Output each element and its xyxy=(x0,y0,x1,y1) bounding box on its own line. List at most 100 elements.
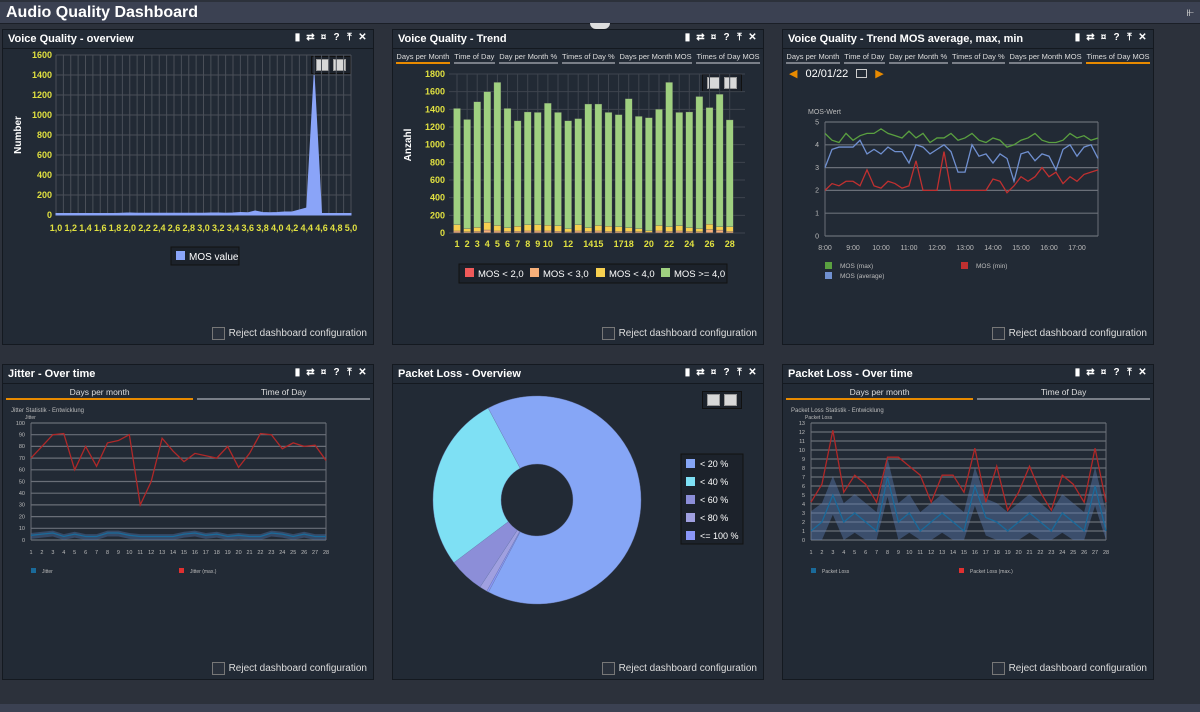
x-tick-label: 22 xyxy=(257,550,263,556)
bar-mos-4-0 xyxy=(614,226,623,232)
legend-swatch xyxy=(961,262,968,269)
y-tick-label: 2 xyxy=(815,188,819,195)
bar-mos-4-0 xyxy=(463,119,471,229)
bar-mos-4-0 xyxy=(483,91,491,223)
y-tick-label: 400 xyxy=(430,193,445,203)
x-tick-label: 4 xyxy=(842,550,845,556)
y-tick-label: 600 xyxy=(430,175,445,185)
x-tick-label: 4,6 xyxy=(315,223,328,233)
y-tick-label: 30 xyxy=(19,503,25,509)
reject-config-checkbox[interactable]: Reject dashboard configuration xyxy=(211,327,367,340)
bar-mos-3-0 xyxy=(695,231,704,233)
bar-mos-3-0 xyxy=(635,231,643,233)
jitter-chart: 01020304050607080901001 2 3 4 5 6 7 8 9 10 11 12 13 1… xyxy=(11,408,329,575)
y-tick-label: 0 xyxy=(22,538,25,544)
y-tick-label: 5 xyxy=(815,119,819,126)
y-tick-label: 70 xyxy=(19,456,25,462)
legend-swatch xyxy=(686,477,695,486)
bar-mos-3-0 xyxy=(675,230,683,233)
x-tick-label: 26 xyxy=(704,239,714,249)
legend-label: <= 100 % xyxy=(700,531,739,541)
x-tick-label: 11 xyxy=(137,550,143,556)
x-tick-label: 1 xyxy=(29,550,32,556)
trend-chart: 0200400600800100012001400160018001 2 3 4 5 6 7… xyxy=(403,69,745,284)
bar-mos-3-0 xyxy=(503,231,512,233)
legend-swatch xyxy=(959,568,964,573)
legend-label: Jitter xyxy=(42,569,53,575)
legend-label: < 40 % xyxy=(700,477,728,487)
x-tick-label: 4,4 xyxy=(300,223,313,233)
x-tick-label: 6 xyxy=(864,550,867,556)
x-tick-label: 12:00 xyxy=(928,245,946,252)
checkbox[interactable] xyxy=(211,662,225,675)
legend-swatch xyxy=(811,568,816,573)
x-tick-label: 3,4 xyxy=(227,223,240,233)
y-tick-label: 1000 xyxy=(425,140,445,150)
bar-mos-3-0 xyxy=(584,231,592,233)
bar-mos-4-0 xyxy=(665,82,673,227)
reject-config-checkbox[interactable]: Reject dashboard configuration xyxy=(991,327,1147,340)
x-tick-label: 3,0 xyxy=(197,223,210,233)
x-tick-label: 27 xyxy=(1092,550,1098,556)
reject-config-checkbox[interactable]: Reject dashboard configuration xyxy=(601,327,757,340)
x-tick-label: 10 xyxy=(126,550,132,556)
bar-mos-3-0 xyxy=(604,231,613,233)
bar-mos-4-0 xyxy=(564,120,572,229)
y-axis-label: MOS-Wert xyxy=(808,109,841,116)
double-chevron-down-icon[interactable]: ⫦ xyxy=(1187,4,1194,20)
y-tick-label: 400 xyxy=(37,170,52,180)
x-tick-label: 3,8 xyxy=(256,223,269,233)
reject-config-checkbox[interactable]: Reject dashboard configuration xyxy=(211,662,367,675)
checkbox[interactable] xyxy=(211,327,225,340)
bar-mos-4-0 xyxy=(675,112,683,226)
x-tick-label: 14:00 xyxy=(984,245,1002,252)
x-tick-label: 28 xyxy=(1103,550,1109,556)
x-tick-label: 2 xyxy=(820,550,823,556)
checkbox[interactable] xyxy=(601,327,615,340)
bar-mos-3-0 xyxy=(625,231,633,233)
legend-label: < 80 % xyxy=(700,513,728,523)
x-tick-label: 13 xyxy=(159,550,165,556)
bar-mos-4-0 xyxy=(604,112,613,227)
bar-mos-4-0 xyxy=(726,226,734,232)
y-axis-label: Number xyxy=(13,116,24,154)
bottom-bar xyxy=(0,704,1200,712)
legend-label: < 60 % xyxy=(700,495,728,505)
bar-mos-3-0 xyxy=(614,231,623,233)
bar-mos-3-0 xyxy=(524,230,532,233)
x-tick-label: 14 xyxy=(170,550,176,556)
x-tick-label: 2,2 xyxy=(138,223,151,233)
x-tick-label: 1,4 xyxy=(79,223,92,233)
checkbox-label: Reject dashboard configuration xyxy=(228,328,367,339)
checkbox[interactable] xyxy=(991,327,1005,340)
x-tick-label: 20 xyxy=(236,550,242,556)
x-tick-label: 15 xyxy=(593,239,603,249)
x-tick-label: 1 xyxy=(809,550,812,556)
bar-mos-4-0 xyxy=(625,227,633,232)
x-tick-label: 13:00 xyxy=(956,245,974,252)
y-tick-label: 4 xyxy=(815,142,819,149)
x-tick-label: 28 xyxy=(725,239,735,249)
y-tick-label: 0 xyxy=(440,228,445,238)
bar-mos-4-0 xyxy=(473,101,481,228)
reject-config-checkbox[interactable]: Reject dashboard configuration xyxy=(601,662,757,675)
bar-mos-4-0 xyxy=(705,107,714,225)
checkbox[interactable] xyxy=(601,662,615,675)
panel-jitter-over-time: Jitter - Over time ▮ ⇄ ¤? ⤒ ✕ Days per month T… xyxy=(2,364,374,680)
y-axis-label: Jitter xyxy=(25,415,36,421)
packet-loss-line-chart: 0123456789101112131 2 3 4 5 6 7 8 9 10 11 12 13 14 15 1… xyxy=(791,408,1109,575)
x-tick-label: 23 xyxy=(268,550,274,556)
pie-slice-20 xyxy=(487,395,642,605)
x-tick-label: 1,2 xyxy=(64,223,77,233)
checkbox[interactable] xyxy=(991,662,1005,675)
x-tick-label: 5,0 xyxy=(345,223,358,233)
x-tick-label: 3 xyxy=(51,550,54,556)
x-tick-label: 2,0 xyxy=(123,223,136,233)
x-tick-label: 28 xyxy=(323,550,329,556)
reject-config-checkbox[interactable]: Reject dashboard configuration xyxy=(991,662,1147,675)
bar-mos-4-0 xyxy=(534,224,542,232)
bar-mos-4-0 xyxy=(534,112,542,225)
panel-packet-loss-overview: Packet Loss - Overview ▮ ⇄ ¤? ⤒ ✕ < 20 % < 40 … xyxy=(392,364,764,680)
x-tick-label: 14 xyxy=(583,239,593,249)
packet-loss-pie-chart: < 20 % < 40 % < 60 % < 80 % <= 100 % xyxy=(432,395,744,605)
